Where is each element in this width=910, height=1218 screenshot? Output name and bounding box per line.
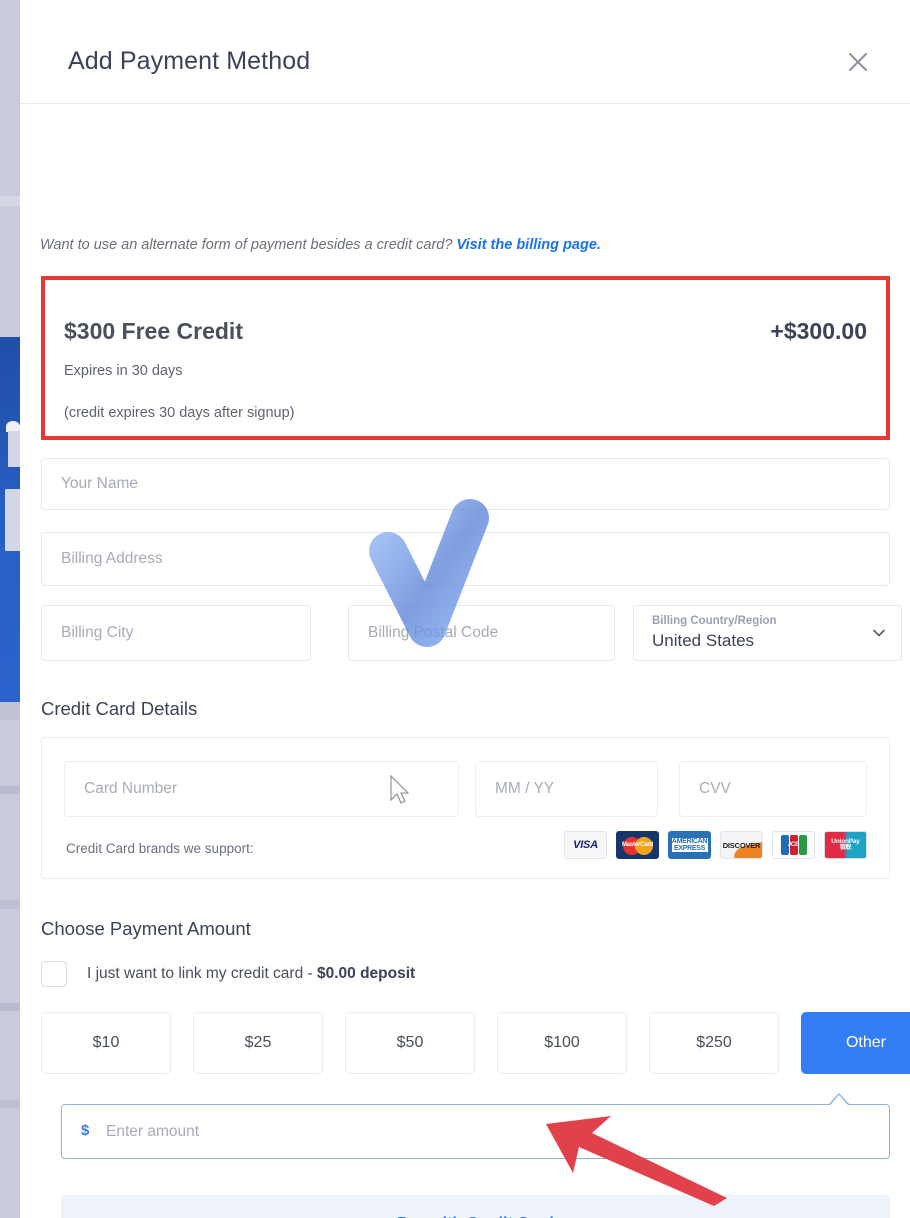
discover-logo: DISCOVER: [720, 831, 763, 859]
supported-brand-logos: VISA MasterCard AMERICAN EXPRESS DISCOVER…: [564, 831, 867, 859]
close-icon: [849, 53, 867, 71]
free-credit-title: $300 Free Credit: [64, 318, 243, 344]
amount-button-250[interactable]: $250: [649, 1012, 779, 1074]
free-credit-note: (credit expires 30 days after signup): [64, 405, 295, 421]
choose-payment-amount-heading: Choose Payment Amount: [41, 918, 251, 939]
amount-button-25[interactable]: $25: [193, 1012, 323, 1074]
free-credit-expiry: Expires in 30 days: [64, 363, 183, 379]
credit-card-details-box: Credit Card brands we support: VISA Mast…: [41, 737, 890, 879]
amount-button-other[interactable]: Other: [801, 1012, 910, 1074]
currency-symbol: $: [81, 1122, 90, 1139]
add-payment-method-modal: Add Payment Method Want to use an altern…: [20, 0, 910, 1218]
billing-postal-code-input[interactable]: [348, 605, 615, 661]
link-only-checkbox-row: I just want to link my credit card - $0.…: [41, 961, 415, 987]
background-segment: [0, 900, 20, 909]
amount-button-100[interactable]: $100: [497, 1012, 627, 1074]
preset-amount-buttons: $10 $25 $50 $100 $250 Other: [41, 1012, 910, 1074]
background-blue-panel: [0, 337, 22, 702]
link-only-checkbox[interactable]: [41, 961, 67, 987]
card-cvv-input[interactable]: [679, 761, 867, 817]
page-title: Add Payment Method: [68, 47, 311, 75]
jcb-logo: JCB: [772, 831, 815, 859]
supported-brands-label: Credit Card brands we support:: [66, 841, 254, 856]
billing-city-input[interactable]: [41, 605, 311, 661]
link-only-label: I just want to link my credit card - $0.…: [87, 965, 415, 983]
billing-country-value: United States: [652, 631, 755, 650]
background-segment: [0, 196, 20, 206]
amount-button-50[interactable]: $50: [345, 1012, 475, 1074]
background-segment: [0, 1100, 20, 1108]
link-only-text: I just want to link my credit card -: [87, 965, 317, 982]
background-segment: [0, 1003, 20, 1011]
chevron-down-icon: [873, 629, 885, 637]
amount-input[interactable]: [106, 1105, 876, 1158]
close-button[interactable]: [838, 42, 878, 82]
background-segment: [0, 702, 20, 720]
free-credit-amount: +$300.00: [770, 318, 867, 344]
free-credit-banner: $300 Free Credit +$300.00 Expires in 30 …: [41, 276, 890, 440]
card-expiry-input[interactable]: [475, 761, 658, 817]
amount-button-10[interactable]: $10: [41, 1012, 171, 1074]
custom-amount-field: $: [61, 1093, 890, 1159]
mastercard-logo: MasterCard: [616, 831, 659, 859]
background-page-strip: [0, 0, 22, 1218]
alternate-payment-note: Want to use an alternate form of payment…: [40, 236, 890, 255]
card-number-input[interactable]: [64, 761, 459, 817]
alternate-payment-text: Want to use an alternate form of payment…: [40, 237, 457, 253]
billing-country-label: Billing Country/Region: [652, 615, 777, 627]
billing-country-select[interactable]: Billing Country/Region United States: [633, 605, 902, 661]
unionpay-logo: UnionPay 银联: [824, 831, 867, 859]
billing-address-input[interactable]: [41, 532, 890, 586]
pay-with-credit-card-button[interactable]: Pay with Credit Card: [61, 1195, 890, 1218]
background-segment: [0, 786, 20, 794]
modal-header: Add Payment Method: [20, 0, 910, 104]
link-only-deposit: $0.00 deposit: [317, 965, 416, 982]
visit-billing-page-link[interactable]: Visit the billing page.: [456, 237, 600, 253]
screenshot-root: Add Payment Method Want to use an altern…: [0, 0, 910, 1218]
credit-card-details-heading: Credit Card Details: [41, 698, 198, 719]
american-express-logo: AMERICAN EXPRESS: [668, 831, 711, 859]
your-name-input[interactable]: [41, 458, 890, 510]
visa-logo: VISA: [564, 831, 607, 859]
